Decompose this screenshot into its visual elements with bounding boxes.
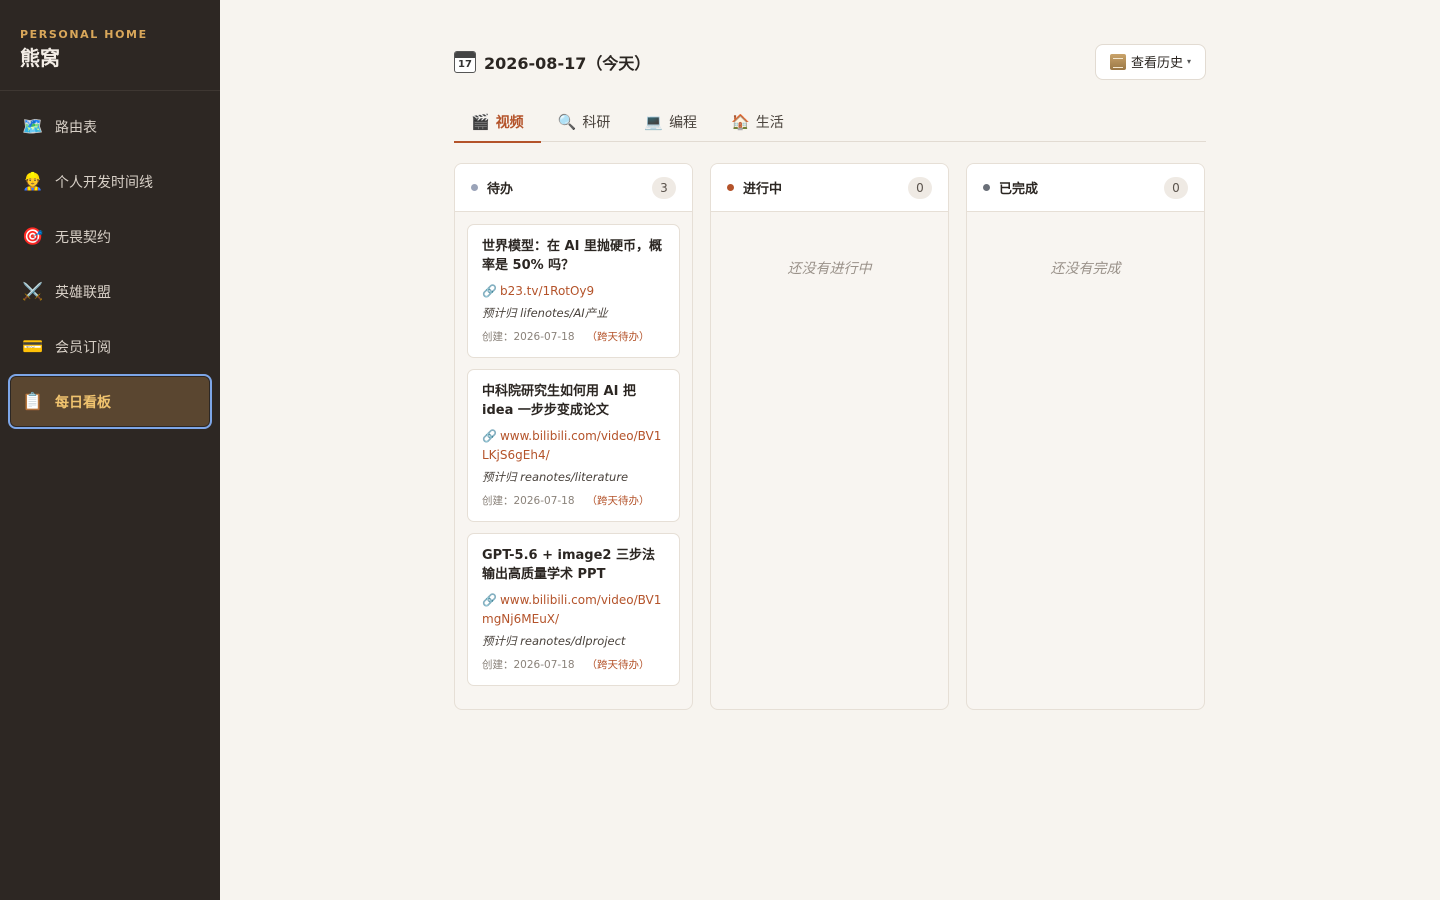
column-title: 进行中	[743, 182, 783, 197]
card-title: GPT-5.6 + image2 三步法输出高质量学术 PPT	[482, 548, 655, 582]
column-count-badge: 3	[652, 176, 676, 199]
card-carryover-badge: （跨天待办）	[586, 659, 650, 671]
column-done: 已完成 0 还没有完成	[966, 163, 1205, 710]
crossed-swords-icon: ⚔️	[22, 281, 44, 302]
tab-label: 生活	[755, 115, 784, 131]
developer-icon: 👷	[22, 171, 44, 192]
target-icon: 🎯	[22, 226, 44, 247]
status-dot	[983, 184, 990, 191]
sidebar-item-label: 每日看板	[55, 394, 111, 411]
calendar-icon-day: 17	[458, 58, 472, 70]
brand: PERSONAL HOME 熊窝	[0, 0, 220, 91]
column-body: 还没有进行中	[711, 212, 948, 290]
card-destination: 预计归 reanotes/literature	[482, 470, 629, 484]
sidebar-item-subscriptions[interactable]: 💳 会员订阅	[8, 319, 212, 374]
calendar-icon: 17	[454, 50, 476, 73]
magnifier-icon: 🔍	[557, 113, 577, 131]
empty-state: 还没有完成	[1050, 261, 1121, 277]
credit-card-icon: 💳	[22, 336, 44, 357]
card-destination: 预计归 lifenotes/AI产业	[482, 306, 608, 320]
tab-label: 编程	[669, 115, 698, 131]
card-created: 创建：2026-07-18	[482, 495, 575, 507]
sidebar: PERSONAL HOME 熊窝 🗺️ 路由表 👷 个人开发时间线 🎯 无畏契约…	[0, 0, 220, 900]
board-content: 17 2026-08-17（今天） 查看历史 ▾ 🎬 视频 🔍 科研 💻 编程 …	[454, 43, 1206, 710]
column-body: 还没有完成	[967, 212, 1204, 290]
column-body: 世界模型：在 AI 里抛硬币，概率是 50% 吗？ 🔗 b23.tv/1RotOy…	[455, 212, 692, 709]
chevron-down-icon: ▾	[1186, 57, 1191, 66]
app-root: PERSONAL HOME 熊窝 🗺️ 路由表 👷 个人开发时间线 🎯 无畏契约…	[0, 0, 1440, 900]
link-icon: 🔗	[482, 284, 497, 298]
sidebar-item-label: 路由表	[55, 119, 97, 136]
card-created: 创建：2026-07-18	[482, 331, 575, 343]
status-dot	[727, 184, 734, 191]
sidebar-item-valorant[interactable]: 🎯 无畏契约	[8, 209, 212, 264]
column-header: 进行中 0	[711, 164, 948, 212]
view-history-label: 查看历史	[1130, 56, 1183, 71]
sidebar-item-label: 会员订阅	[55, 339, 111, 356]
house-icon: 🏠	[731, 113, 750, 131]
column-todo: 待办 3 世界模型：在 AI 里抛硬币，概率是 50% 吗？ 🔗 b23.tv/1…	[454, 163, 693, 710]
column-header: 待办 3	[455, 164, 692, 212]
card-meta: 创建：2026-07-18 （跨天待办）	[482, 330, 665, 345]
empty-state: 还没有进行中	[787, 261, 872, 277]
column-header: 已完成 0	[967, 164, 1204, 212]
sidebar-item-label: 英雄联盟	[55, 284, 111, 301]
sidebar-item-routes[interactable]: 🗺️ 路由表	[8, 99, 212, 154]
card-link[interactable]: 🔗 b23.tv/1RotOy9	[482, 282, 665, 301]
card-title: 中科院研究生如何用 AI 把 idea 一步步变成论文	[482, 384, 636, 418]
column-in-progress: 进行中 0 还没有进行中	[710, 163, 949, 710]
tab-video[interactable]: 🎬 视频	[454, 102, 541, 143]
category-tabs: 🎬 视频 🔍 科研 💻 编程 🏠 生活	[454, 102, 1206, 143]
sidebar-item-dev-timeline[interactable]: 👷 个人开发时间线	[8, 154, 212, 209]
main-area: 17 2026-08-17（今天） 查看历史 ▾ 🎬 视频 🔍 科研 💻 编程 …	[220, 0, 1440, 900]
column-count-badge: 0	[1164, 176, 1188, 199]
scroll-icon	[1109, 53, 1126, 70]
sidebar-item-label: 个人开发时间线	[55, 174, 153, 191]
sidebar-nav: 🗺️ 路由表 👷 个人开发时间线 🎯 无畏契约 ⚔️ 英雄联盟 💳 会员订阅 📋	[0, 91, 220, 429]
board-header: 17 2026-08-17（今天） 查看历史 ▾	[454, 43, 1206, 80]
card-created: 创建：2026-07-18	[482, 659, 575, 671]
map-icon: 🗺️	[22, 116, 44, 137]
card-destination: 预计归 reanotes/dlproject	[482, 634, 626, 648]
laptop-icon: 💻	[644, 113, 664, 131]
card-link[interactable]: 🔗 www.bilibili.com/video/BV1mgNj6MEuX/	[482, 591, 665, 629]
column-title: 已完成	[999, 182, 1039, 197]
column-count-badge: 0	[908, 176, 932, 199]
card-carryover-badge: （跨天待办）	[586, 331, 650, 343]
card-link-url: www.bilibili.com/video/BV1LKjS6gEh4/	[482, 429, 662, 462]
card-link-url: www.bilibili.com/video/BV1mgNj6MEuX/	[482, 593, 662, 626]
task-card[interactable]: 中科院研究生如何用 AI 把 idea 一步步变成论文 🔗 www.bilibil…	[467, 369, 680, 522]
sidebar-item-label: 无畏契约	[55, 229, 111, 246]
tab-label: 科研	[582, 115, 611, 131]
card-meta: 创建：2026-07-18 （跨天待办）	[482, 494, 665, 509]
sidebar-item-daily-board[interactable]: 📋 每日看板	[8, 374, 212, 429]
card-link-url: b23.tv/1RotOy9	[499, 284, 595, 298]
task-card[interactable]: 世界模型：在 AI 里抛硬币，概率是 50% 吗？ 🔗 b23.tv/1RotOy…	[467, 224, 680, 358]
view-history-button[interactable]: 查看历史 ▾	[1094, 43, 1206, 80]
sidebar-item-league[interactable]: ⚔️ 英雄联盟	[8, 264, 212, 319]
card-meta: 创建：2026-07-18 （跨天待办）	[482, 658, 665, 673]
date-display: 17 2026-08-17（今天）	[454, 50, 650, 74]
brand-title: 熊窝	[20, 46, 60, 70]
tab-research[interactable]: 🔍 科研	[541, 102, 628, 142]
card-link[interactable]: 🔗 www.bilibili.com/video/BV1LKjS6gEh4/	[482, 427, 665, 465]
link-icon: 🔗	[482, 593, 497, 607]
kanban-columns: 待办 3 世界模型：在 AI 里抛硬币，概率是 50% 吗？ 🔗 b23.tv/1…	[454, 163, 1206, 710]
tab-programming[interactable]: 💻 编程	[627, 102, 714, 142]
status-dot	[471, 184, 478, 191]
task-card[interactable]: GPT-5.6 + image2 三步法输出高质量学术 PPT 🔗 www.bil…	[467, 533, 680, 686]
current-date: 2026-08-17（今天）	[484, 53, 651, 73]
card-title: 世界模型：在 AI 里抛硬币，概率是 50% 吗？	[482, 239, 662, 273]
card-carryover-badge: （跨天待办）	[586, 495, 650, 507]
clapperboard-icon: 🎬	[471, 113, 490, 131]
link-icon: 🔗	[482, 429, 497, 443]
tab-life[interactable]: 🏠 生活	[714, 102, 801, 142]
column-title: 待办	[487, 182, 514, 197]
brand-subtitle: PERSONAL HOME	[20, 28, 148, 41]
tab-label: 视频	[495, 115, 524, 131]
clipboard-icon: 📋	[22, 391, 44, 412]
